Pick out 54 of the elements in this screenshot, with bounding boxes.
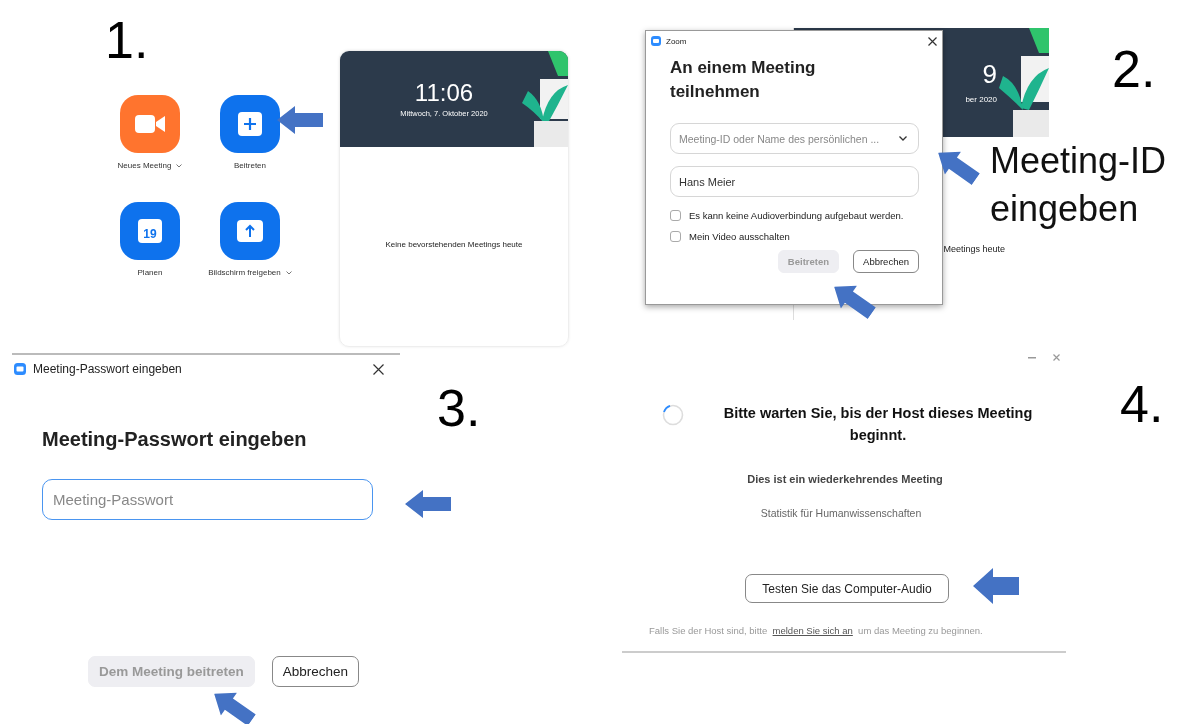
meeting-topic: Statistik für Humanwissenschaften <box>759 507 923 519</box>
action-button[interactable]: 19 <box>120 202 180 260</box>
close-icon[interactable] <box>928 36 937 46</box>
clock-time: 9 <box>982 61 997 87</box>
password-field[interactable]: Meeting-Passwort <box>42 479 373 520</box>
pointer-arrow <box>973 568 1019 604</box>
dialog-heading: An einem Meeting teilnehmen <box>670 57 817 103</box>
pointer-arrow <box>405 490 451 518</box>
step-number: 1. <box>105 14 149 66</box>
action-label: Bildschirm freigeben <box>208 268 281 277</box>
clock-time: 11:06 <box>414 80 474 107</box>
checkbox-label: Es kann keine Audioverbindung aufgebaut werden. <box>689 210 904 221</box>
step-number: 3. <box>437 382 481 434</box>
checkbox-label: Mein Video ausschalten <box>689 231 790 242</box>
caret-icon[interactable] <box>176 163 183 168</box>
step-number: 4. <box>1120 378 1164 430</box>
checkbox[interactable] <box>670 231 681 242</box>
upload-icon <box>237 220 263 242</box>
dialog-heading: Meeting-Passwort eingeben <box>42 428 308 451</box>
waiting-heading: Bitte warten Sie, bis der Host dieses Meeting beginnt. <box>722 404 1034 445</box>
caption-text: Meeting-ID <box>990 139 1167 183</box>
step-number: 2. <box>1112 43 1156 95</box>
app-logo-icon <box>14 363 26 375</box>
action-button[interactable] <box>120 95 180 153</box>
empty-message: Keine bevorstehenden Meetings heute <box>384 240 524 249</box>
plus-icon <box>238 112 262 136</box>
pointer-arrow <box>277 106 323 134</box>
meeting-id-dropdown[interactable]: Meeting-ID oder Name des persönlichen ... <box>670 123 919 154</box>
window-title: Meeting-Passwort eingeben <box>33 362 182 376</box>
calendar-icon: 19 <box>138 219 162 243</box>
empty-message: Meetings heute <box>942 244 1006 254</box>
app-logo-icon <box>651 36 661 46</box>
caption-text: eingeben <box>990 187 1140 231</box>
sign-in-link[interactable]: melden Sie sich an <box>772 625 853 636</box>
window-title: Zoom <box>666 36 687 46</box>
minimize-icon[interactable] <box>1028 356 1036 359</box>
close-icon[interactable] <box>373 363 384 375</box>
video-camera-icon <box>135 114 165 134</box>
action-label: Beitreten <box>234 161 266 170</box>
dialog-button[interactable]: Abbrechen <box>271 656 360 687</box>
loading-spinner-icon <box>662 404 684 426</box>
host-hint: Falls Sie der Host sind, bitte melden Sie sich an um das Meeting zu beginnen. <box>649 625 983 636</box>
clock-date: ber 2020 <box>965 95 997 104</box>
dialog-button[interactable]: Abbrechen <box>853 250 919 273</box>
test-audio-button[interactable]: Testen Sie das Computer-Audio <box>745 574 949 603</box>
action-button[interactable] <box>220 202 280 260</box>
action-label: Neues Meeting <box>117 161 172 170</box>
name-field[interactable]: Hans Meier <box>670 166 919 197</box>
action-button[interactable] <box>220 95 280 153</box>
caret-icon[interactable] <box>285 270 292 275</box>
checkbox[interactable] <box>670 210 681 221</box>
meeting-type: Dies ist ein wiederkehrendes Meeting <box>746 473 944 485</box>
chevron-down-icon[interactable] <box>899 136 907 141</box>
action-label: Planen <box>137 268 163 277</box>
